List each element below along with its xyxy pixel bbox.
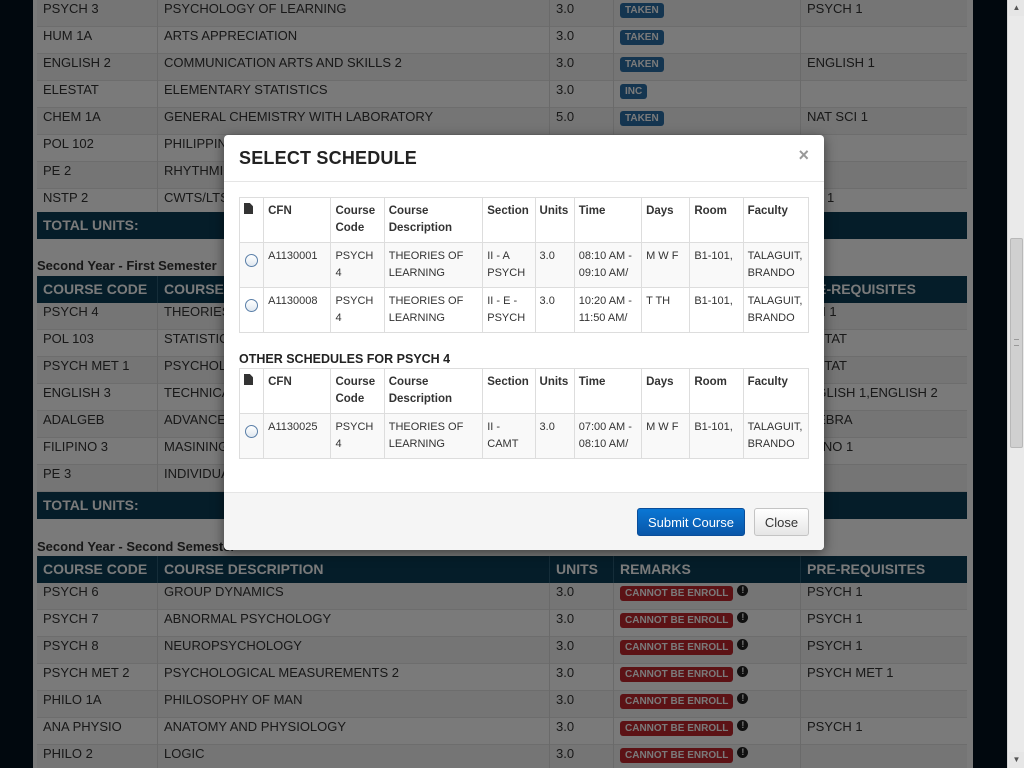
room-cell: B1-101, bbox=[689, 413, 744, 459]
column-header: Days bbox=[641, 368, 691, 414]
column-header: CFN bbox=[263, 368, 332, 414]
modal-header: SELECT SCHEDULE × bbox=[224, 135, 824, 182]
section-cell: II - E - PSYCH bbox=[482, 287, 536, 333]
column-header: Faculty bbox=[742, 368, 810, 414]
modal-footer: Submit Course Close bbox=[224, 492, 824, 550]
room-cell: B1-101, bbox=[689, 242, 744, 288]
code-cell: PSYCH 4 bbox=[330, 413, 385, 459]
column-header: Course Code bbox=[330, 197, 385, 243]
schedule-row[interactable]: A1130001 PSYCH 4 THEORIES OF LEARNING II - … bbox=[238, 242, 810, 288]
faculty-cell: TALAGUIT, BRANDO bbox=[742, 287, 810, 333]
close-icon[interactable]: × bbox=[798, 145, 809, 166]
table-header-row: CFN Course Code Course Description Section U… bbox=[238, 368, 810, 414]
cfn-cell: A1130025 bbox=[263, 413, 332, 459]
grip-icon bbox=[1014, 339, 1019, 346]
time-cell: 08:10 AM - 09:10 AM/ bbox=[573, 242, 643, 288]
cfn-cell: A1130008 bbox=[263, 287, 332, 333]
days-cell: M W F bbox=[641, 413, 691, 459]
radio-cell[interactable] bbox=[238, 413, 265, 459]
cfn-cell: A1130001 bbox=[263, 242, 332, 288]
vertical-scrollbar[interactable]: ▲ ▼ bbox=[1007, 0, 1024, 768]
column-header: Units bbox=[534, 368, 575, 414]
modal-title: SELECT SCHEDULE bbox=[239, 148, 418, 168]
file-icon bbox=[244, 203, 253, 214]
desc-cell: THEORIES OF LEARNING bbox=[383, 242, 484, 288]
column-header: Days bbox=[641, 197, 691, 243]
units-cell: 3.0 bbox=[534, 287, 575, 333]
column-header: Course Description bbox=[383, 368, 484, 414]
file-icon-header bbox=[238, 197, 265, 243]
close-button[interactable]: Close bbox=[754, 508, 809, 536]
units-cell: 3.0 bbox=[534, 242, 575, 288]
schedule-row[interactable]: A1130025 PSYCH 4 THEORIES OF LEARNING II - … bbox=[238, 413, 810, 459]
scrollbar-thumb[interactable] bbox=[1010, 238, 1023, 448]
schedule-radio[interactable] bbox=[245, 425, 259, 438]
column-header: Units bbox=[534, 197, 575, 243]
schedule-radio[interactable] bbox=[245, 254, 259, 267]
other-schedule-table: CFN Course Code Course Description Section U… bbox=[238, 368, 810, 459]
table-header-row: CFN Course Code Course Description Section U… bbox=[238, 197, 810, 243]
column-header: Section bbox=[482, 368, 536, 414]
time-cell: 07:00 AM - 08:10 AM/ bbox=[573, 413, 643, 459]
days-cell: T TH bbox=[641, 287, 691, 333]
desc-cell: THEORIES OF LEARNING bbox=[383, 413, 484, 459]
code-cell: PSYCH 4 bbox=[330, 287, 385, 333]
time-cell: 10:20 AM - 11:50 AM/ bbox=[573, 287, 643, 333]
column-header: Room bbox=[689, 197, 744, 243]
faculty-cell: TALAGUIT, BRANDO bbox=[742, 242, 810, 288]
submit-course-button[interactable]: Submit Course bbox=[637, 508, 745, 536]
file-icon bbox=[244, 374, 253, 385]
column-header: Time bbox=[573, 368, 643, 414]
select-schedule-modal: SELECT SCHEDULE × CFN Course Code Course D… bbox=[224, 135, 824, 550]
column-header: CFN bbox=[263, 197, 332, 243]
days-cell: M W F bbox=[641, 242, 691, 288]
radio-cell[interactable] bbox=[238, 287, 265, 333]
code-cell: PSYCH 4 bbox=[330, 242, 385, 288]
room-cell: B1-101, bbox=[689, 287, 744, 333]
section-cell: II - A PSYCH bbox=[482, 242, 536, 288]
column-header: Faculty bbox=[742, 197, 810, 243]
column-header: Course Code bbox=[330, 368, 385, 414]
scroll-down-arrow-icon[interactable]: ▼ bbox=[1009, 752, 1024, 768]
other-schedules-title: OTHER SCHEDULES FOR PSYCH 4 bbox=[239, 352, 451, 366]
schedule-radio[interactable] bbox=[245, 299, 259, 312]
desc-cell: THEORIES OF LEARNING bbox=[383, 287, 484, 333]
column-header: Time bbox=[573, 197, 643, 243]
schedule-table: CFN Course Code Course Description Section U… bbox=[238, 197, 810, 333]
radio-cell[interactable] bbox=[238, 242, 265, 288]
column-header: Room bbox=[689, 368, 744, 414]
faculty-cell: TALAGUIT, BRANDO bbox=[742, 413, 810, 459]
section-cell: II - CAMT bbox=[482, 413, 536, 459]
schedule-row[interactable]: A1130008 PSYCH 4 THEORIES OF LEARNING II - … bbox=[238, 287, 810, 333]
scroll-up-arrow-icon[interactable]: ▲ bbox=[1009, 0, 1024, 16]
column-header: Section bbox=[482, 197, 536, 243]
column-header: Course Description bbox=[383, 197, 484, 243]
units-cell: 3.0 bbox=[534, 413, 575, 459]
file-icon-header bbox=[238, 368, 265, 414]
